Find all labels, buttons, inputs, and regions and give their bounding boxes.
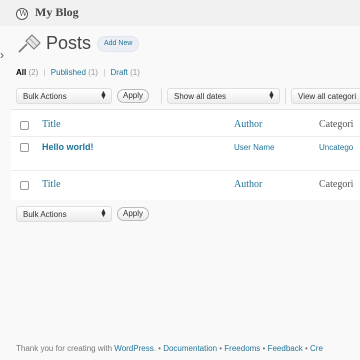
select-all-checkbox-footer[interactable]: [20, 181, 29, 190]
post-author-link[interactable]: User Name: [234, 143, 274, 152]
feedback-link[interactable]: Feedback: [268, 344, 303, 353]
apply-button-bottom[interactable]: Apply: [117, 207, 149, 221]
dates-select[interactable]: Show all dates ▲ ▼: [167, 88, 280, 104]
column-title[interactable]: Title: [42, 119, 61, 130]
dates-label: Show all dates: [174, 92, 227, 101]
wordpress-link[interactable]: WordPress: [114, 344, 153, 353]
posts-table: [11, 109, 360, 200]
select-all-checkbox[interactable]: [20, 121, 29, 130]
filter-separator: |: [43, 68, 46, 77]
add-new-button[interactable]: Add New: [97, 36, 140, 52]
column-author-footer[interactable]: Author: [234, 179, 262, 190]
footer-thanks: Thank you for creating with: [16, 344, 115, 353]
filter-all[interactable]: All: [16, 68, 26, 77]
credits-link[interactable]: Cre: [310, 344, 323, 353]
filter-draft[interactable]: Draft: [111, 68, 128, 77]
chevron-right-icon[interactable]: ›: [0, 48, 8, 62]
filter-draft-count: (1): [130, 68, 140, 77]
bullet: •: [158, 344, 161, 353]
status-filters: All (2) | Published (1) | Draft (1): [16, 68, 140, 77]
column-categories: Categori: [319, 119, 354, 130]
admin-header: My Blog: [0, 0, 360, 26]
filter-separator: |: [103, 68, 106, 77]
row-checkbox[interactable]: [20, 143, 29, 152]
select-arrows-icon: ▲ ▼: [268, 90, 275, 101]
filter-published-count: (1): [88, 68, 98, 77]
bulk-actions-label: Bulk Actions: [23, 92, 67, 101]
blog-title[interactable]: My Blog: [35, 5, 79, 20]
column-categories-footer: Categori: [319, 179, 354, 190]
post-category-link[interactable]: Uncatego: [319, 143, 353, 152]
filter-published[interactable]: Published: [51, 68, 86, 77]
bullet: •: [219, 344, 223, 353]
categories-select[interactable]: View all categori: [291, 88, 360, 104]
column-author[interactable]: Author: [234, 119, 262, 130]
bulk-actions-select[interactable]: Bulk Actions ▲ ▼: [16, 88, 112, 104]
filter-all-count: (2): [28, 68, 39, 77]
bullet: •: [304, 344, 308, 353]
bullet: •: [262, 344, 266, 353]
post-title-link[interactable]: Hello world!: [42, 142, 94, 152]
bulk-actions-label: Bulk Actions: [23, 210, 67, 219]
categories-label: View all categori: [298, 92, 357, 101]
row-divider: [11, 136, 360, 137]
divider: [285, 88, 286, 104]
freedoms-link[interactable]: Freedoms: [224, 344, 260, 353]
apply-button[interactable]: Apply: [117, 89, 149, 103]
select-arrows-icon: ▲ ▼: [100, 90, 107, 101]
admin-footer: Thank you for creating with WordPress. •…: [16, 344, 323, 353]
documentation-link[interactable]: Documentation: [163, 344, 217, 353]
row-divider: [11, 170, 360, 171]
column-title-footer[interactable]: Title: [42, 179, 61, 190]
bulk-actions-select-bottom[interactable]: Bulk Actions ▲ ▼: [16, 206, 112, 222]
wordpress-logo-icon[interactable]: [16, 8, 28, 20]
page-title: Posts: [46, 33, 92, 53]
select-arrows-icon: ▲ ▼: [100, 208, 107, 219]
divider: [161, 88, 162, 104]
pushpin-icon: [18, 34, 41, 53]
